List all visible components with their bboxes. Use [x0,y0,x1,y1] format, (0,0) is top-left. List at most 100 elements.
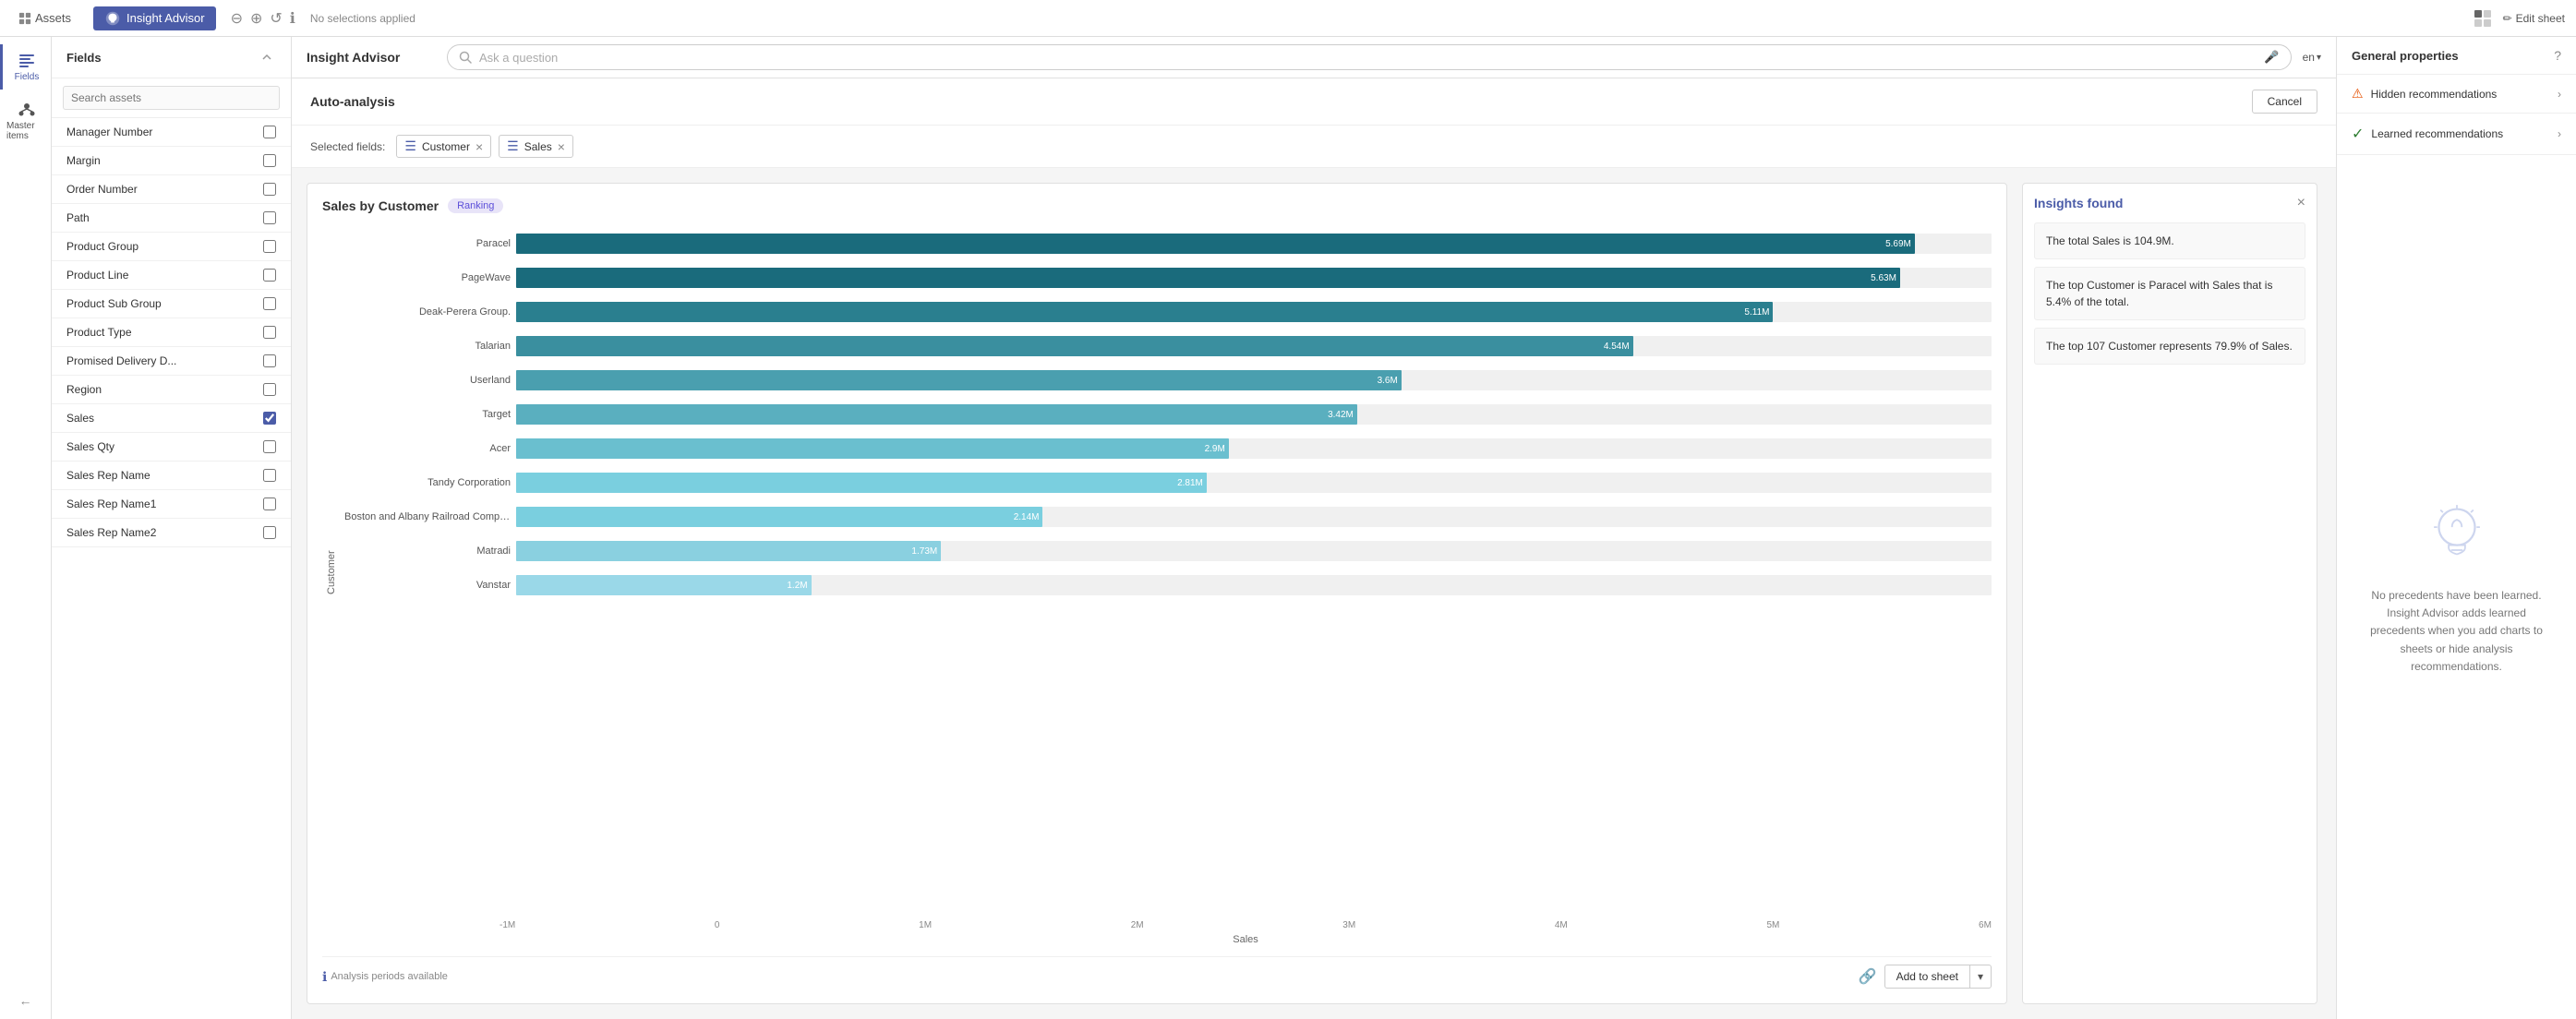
bar-track: 1.73M [516,541,1992,561]
fields-icon [18,52,36,70]
master-items-icon [18,101,36,119]
bar-track: 5.69M [516,234,1992,254]
chart-footer-right: 🔗 Add to sheet ▾ [1859,965,1992,989]
field-item: Sales [52,404,291,433]
field-label: Sales Rep Name1 [66,498,263,510]
field-checkbox[interactable] [263,526,276,539]
view-toggle[interactable] [2474,9,2492,28]
cancel-button[interactable]: Cancel [2252,90,2317,114]
mic-icon[interactable]: 🎤 [2264,50,2279,65]
bar-row: Talarian4.54M [344,330,1992,362]
field-checkbox[interactable] [263,154,276,167]
fields-panel: Fields Manager NumberMarginOrder NumberP… [52,37,292,1019]
master-items-label: Master items [6,121,47,141]
x-axis-tick: -1M [500,920,515,930]
bar-track: 2.9M [516,438,1992,459]
bar-track: 3.42M [516,404,1992,425]
bar-row: Userland3.6M [344,365,1992,396]
scroll-up-indicator[interactable] [258,48,276,66]
field-checkbox[interactable] [263,354,276,367]
field-checkbox[interactable] [263,297,276,310]
field-checkbox[interactable] [263,383,276,396]
field-label: Product Type [66,326,263,339]
edit-sheet-button[interactable]: ✏ Edit sheet [2503,12,2565,25]
chart-inner: Paracel5.69MPageWave5.63MDeak-Perera Gro… [344,228,1992,917]
field-item: Region [52,376,291,404]
field-checkbox[interactable] [263,440,276,453]
chart-header: Sales by Customer Ranking [322,198,1992,213]
insight-advisor-nav[interactable]: Insight Advisor [93,6,216,30]
sidebar-item-fields[interactable]: Fields [0,44,51,90]
field-tag-customer: ☰ Customer × [396,135,491,158]
search-icon [459,51,472,64]
selected-fields-label: Selected fields: [310,140,385,153]
field-checkbox[interactable] [263,469,276,482]
fields-search-input[interactable] [63,86,280,110]
right-panel-title: General properties [2352,49,2459,63]
language-selector[interactable]: en ▾ [2303,51,2321,64]
field-checkbox[interactable] [263,412,276,425]
add-to-sheet-dropdown[interactable]: ▾ [1970,965,1991,988]
lightbulb-text: No precedents have been learned. Insight… [2359,587,2554,676]
field-checkbox[interactable] [263,269,276,282]
warning-icon: ⚠ [2352,86,2364,102]
insights-title: Insights found [2034,196,2123,210]
help-icon[interactable]: ? [2554,48,2561,63]
x-axis-tick: 5M [1766,920,1779,930]
field-item: Product Group [52,233,291,261]
insight-card: The top 107 Customer represents 79.9% of… [2034,328,2305,365]
chevron-right-icon: › [2558,88,2561,101]
bar-label: Paracel [344,238,511,249]
bar-fill: 1.73M [516,541,941,561]
field-checkbox[interactable] [263,183,276,196]
remove-sales-tag[interactable]: × [558,139,565,154]
sidebar-collapse[interactable]: ← [19,993,32,1019]
right-panel: General properties ? ⚠ Hidden recommenda… [2336,37,2576,1019]
field-label: Region [66,383,263,396]
field-checkbox[interactable] [263,211,276,224]
x-axis-tick: 4M [1555,920,1568,930]
field-checkbox[interactable] [263,498,276,510]
zoom-icon[interactable]: ⊕ [250,9,262,28]
right-panel-header: General properties ? [2337,37,2576,75]
fields-panel-header: Fields [52,37,291,78]
link-icon[interactable]: 🔗 [1859,967,1877,986]
field-item: Sales Qty [52,433,291,462]
field-item: Sales Rep Name [52,462,291,490]
x-axis-tick: 1M [919,920,932,930]
learned-recommendations-section[interactable]: ✓ Learned recommendations › [2337,114,2576,155]
sidebar-item-master[interactable]: Master items [0,93,51,149]
bar-row: Target3.42M [344,399,1992,430]
bar-value: 3.42M [1328,410,1354,420]
field-label: Manager Number [66,126,263,138]
search-input[interactable] [479,51,2257,65]
hidden-recommendations-section[interactable]: ⚠ Hidden recommendations › [2337,75,2576,114]
bar-value: 5.69M [1885,239,1911,249]
bar-track: 3.6M [516,370,1992,390]
no-selections-label: No selections applied [310,12,2459,25]
insights-panel: Insights found × The total Sales is 104.… [2022,183,2317,1004]
bar-label: Deak-Perera Group. [344,306,511,318]
info-icon[interactable]: ℹ [290,9,295,28]
bar-value: 4.54M [1604,342,1630,352]
bar-row: Vanstar1.2M [344,569,1992,601]
field-item: Order Number [52,175,291,204]
lightbulb-icon [2420,498,2494,572]
add-to-sheet-button[interactable]: Add to sheet ▾ [1884,965,1992,989]
bar-fill: 5.69M [516,234,1915,254]
field-checkbox[interactable] [263,326,276,339]
zoom-out-icon[interactable]: ⊖ [231,9,243,28]
field-label: Sales Rep Name2 [66,526,263,539]
field-item: Sales Rep Name1 [52,490,291,519]
field-checkbox[interactable] [263,240,276,253]
field-checkbox[interactable] [263,126,276,138]
x-axis-tick: 6M [1979,920,1992,930]
assets-nav[interactable]: Assets [11,7,78,29]
top-bar-right: ✏ Edit sheet [2474,9,2565,28]
refresh-icon[interactable]: ↺ [270,9,282,28]
insights-close-button[interactable]: × [2297,195,2305,211]
assets-icon [18,12,31,25]
fields-list: Manager NumberMarginOrder NumberPathProd… [52,118,291,1019]
x-axis-tick: 2M [1131,920,1144,930]
remove-customer-tag[interactable]: × [475,139,483,154]
